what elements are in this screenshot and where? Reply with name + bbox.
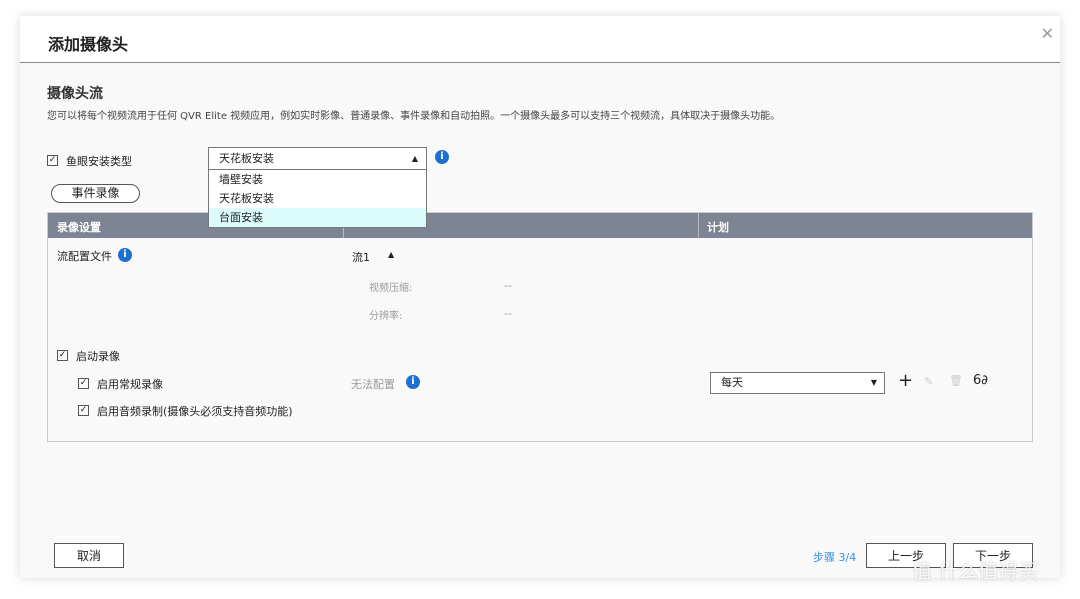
resolution-value: -- <box>504 307 512 320</box>
view-glasses-icon[interactable]: 6∂ <box>973 373 988 388</box>
profile-label: 流配置文件 <box>57 250 112 263</box>
close-icon[interactable]: ✕ <box>1041 24 1054 43</box>
option-wall[interactable]: 墙壁安装 <box>209 170 426 189</box>
schedule-value: 每天 <box>721 376 743 389</box>
unavailable-text: 无法配置 <box>351 378 395 391</box>
info-icon[interactable]: i <box>406 375 420 389</box>
audio-recording-checkbox[interactable]: ✓ <box>78 405 89 416</box>
fisheye-checkbox[interactable]: ✓ <box>47 155 58 166</box>
compression-label: 视频压缩: <box>369 283 413 294</box>
recording-panel: 录像设置 计划 流配置文件 i 流1 ▲ 视频压缩: -- 分辨率: -- ✓ … <box>47 212 1033 442</box>
watermark-logo: 值 什么值得买 <box>912 559 1039 583</box>
add-camera-dialog: 添加摄像头 ✕ 摄像头流 您可以将每个视频流用于任何 QVR Elite 视频应… <box>20 16 1060 578</box>
event-recording-button[interactable]: 事件录像 <box>51 184 140 203</box>
fisheye-label: 鱼眼安装类型 <box>66 155 132 168</box>
section-title: 摄像头流 <box>47 86 103 102</box>
fisheye-dropdown: 墙壁安装 天花板安装 台面安装 <box>208 169 427 228</box>
step-indicator: 步骤 3/4 <box>813 551 857 564</box>
description: 您可以将每个视频流用于任何 QVR Elite 视频应用，例如实时影像、普通录像… <box>47 111 781 122</box>
option-desk[interactable]: 台面安装 <box>209 208 426 227</box>
info-icon[interactable]: i <box>118 248 132 262</box>
schedule-select[interactable]: 每天 ▼ <box>710 372 885 394</box>
edit-icon[interactable]: ✎ <box>924 375 933 388</box>
fisheye-value: 天花板安装 <box>219 152 274 165</box>
add-icon[interactable]: + <box>898 370 913 391</box>
info-icon[interactable]: i <box>435 150 449 164</box>
cancel-button[interactable]: 取消 <box>54 543 124 568</box>
compression-value: -- <box>504 279 512 292</box>
header-recording-settings: 录像设置 <box>57 221 101 234</box>
caret-up-icon[interactable]: ▲ <box>388 250 394 259</box>
regular-recording-label: 启用常规录像 <box>97 378 163 391</box>
title-bar: 添加摄像头 ✕ <box>20 16 1060 63</box>
option-ceiling[interactable]: 天花板安装 <box>209 189 426 208</box>
dialog-title: 添加摄像头 <box>48 35 129 54</box>
stream-select[interactable]: 流1 <box>352 249 370 265</box>
table-header: 录像设置 计划 <box>48 213 1032 238</box>
fisheye-select[interactable]: 天花板安装 ▲ <box>208 147 427 170</box>
audio-recording-label: 启用音频录制(摄像头必须支持音频功能) <box>97 405 293 418</box>
header-schedule: 计划 <box>707 221 729 234</box>
regular-recording-checkbox[interactable]: ✓ <box>78 378 89 389</box>
delete-icon[interactable]: 🗑 <box>949 374 963 387</box>
resolution-label: 分辨率: <box>369 311 403 322</box>
caret-up-icon: ▲ <box>411 154 418 163</box>
caret-down-icon: ▼ <box>870 378 877 387</box>
enable-recording-label: 启动录像 <box>76 350 120 363</box>
enable-recording-checkbox[interactable]: ✓ <box>57 350 68 361</box>
